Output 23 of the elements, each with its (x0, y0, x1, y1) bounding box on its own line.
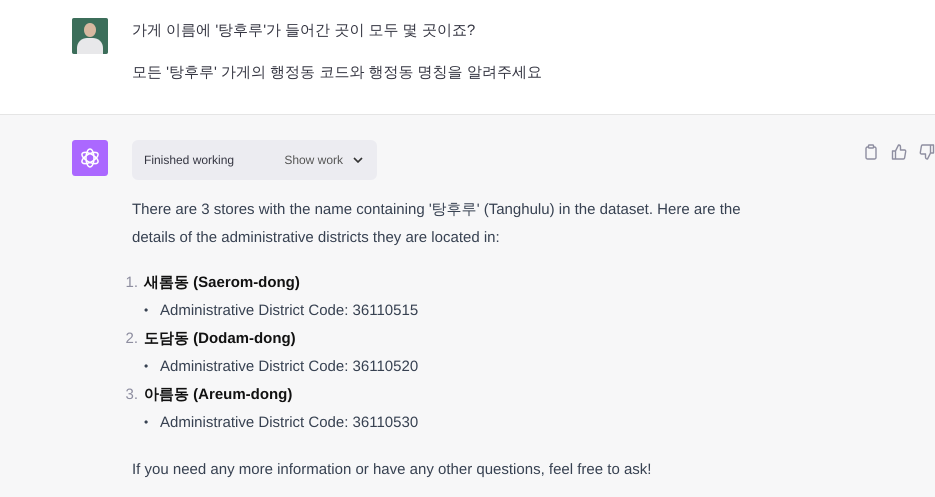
bullet-marker: • (144, 415, 150, 429)
answer-text: If you need any more information or have any other questions, feel free to ask! (132, 460, 652, 480)
district-code-text: Administrative District Code: 36110520 (160, 358, 418, 374)
copy-icon[interactable] (863, 144, 879, 160)
user-message-text: 모든 '탕후루' 가게의 행정동 코드와 행정동 명칭을 알려주세요 (132, 63, 542, 83)
assistant-logo-icon (72, 140, 108, 176)
bullet-marker: • (144, 359, 150, 373)
district-name: 새롬동 (Saerom-dong) (144, 272, 300, 292)
district-code-text: Administrative District Code: 36110515 (160, 302, 418, 318)
chevron-down-icon (353, 157, 363, 163)
list-number: 2. (124, 330, 138, 346)
bullet-marker: • (144, 303, 150, 317)
list-number: 3. (124, 386, 138, 402)
user-message-text: 가게 이름에 '탕후루'가 들어간 곳이 모두 몇 곳이죠? (132, 21, 476, 41)
thumbs-up-icon[interactable] (891, 144, 907, 160)
answer-text: There are 3 stores with the name containing '탕후루' (Tanghulu) in the dataset. Here are the details of the administrative districts they are located in: (132, 200, 742, 248)
thumbs-down-icon[interactable] (919, 144, 935, 160)
district-name: 도담동 (Dodam-dong) (144, 328, 296, 348)
show-work-panel[interactable]: Finished working Show work (132, 140, 377, 180)
list-number: 1. (124, 274, 138, 290)
user-avatar (72, 18, 108, 54)
district-code-text: Administrative District Code: 36110530 (160, 414, 418, 430)
district-name: 아름동 (Areum-dong) (144, 384, 292, 404)
